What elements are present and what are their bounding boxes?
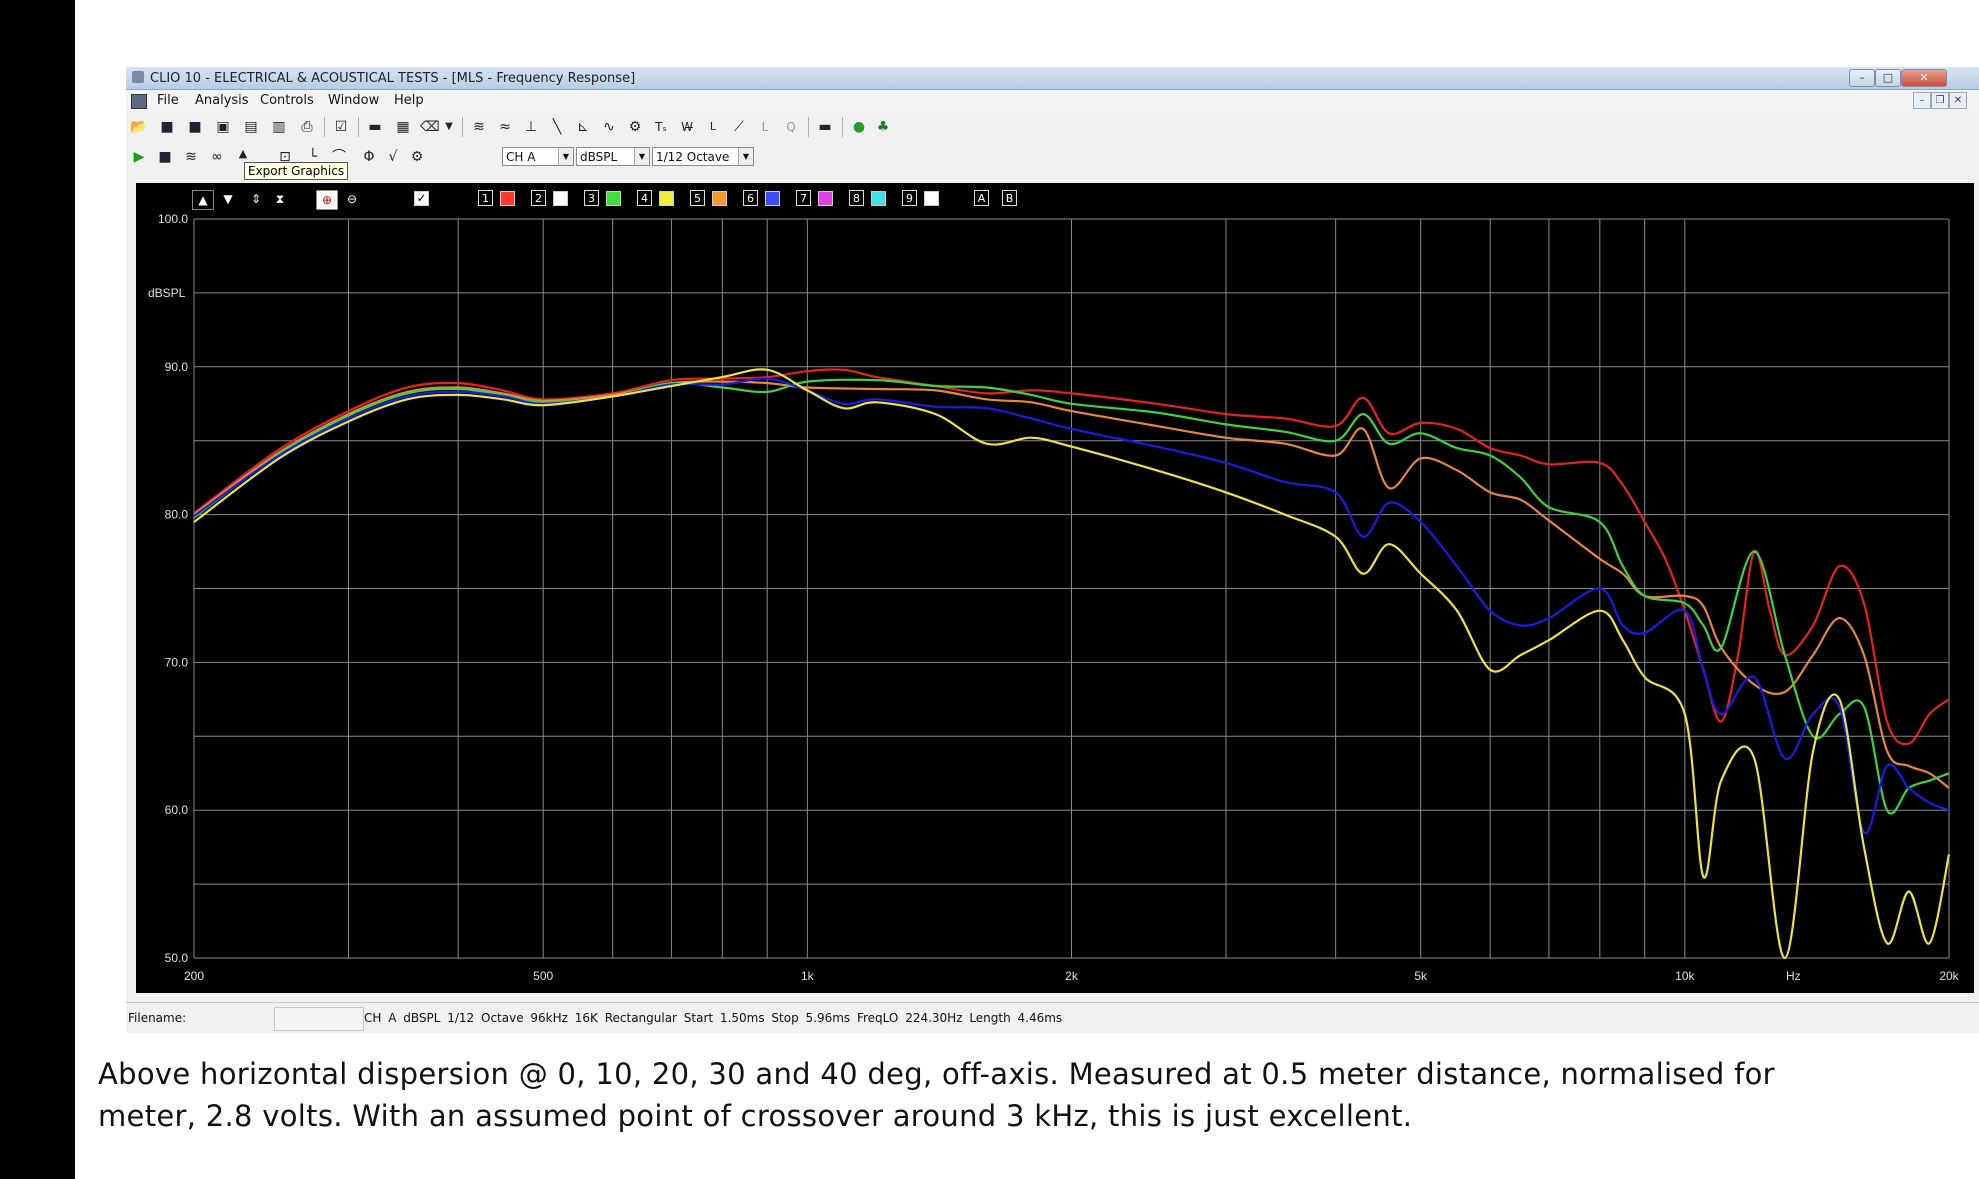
menu-window[interactable]: Window <box>328 93 379 108</box>
linearity-icon[interactable]: ⟋ <box>730 118 748 136</box>
stop-icon[interactable]: ■ <box>156 148 174 166</box>
y-tick-label: 80.0 <box>165 508 189 522</box>
lr-icon[interactable]: L <box>756 118 774 136</box>
smoothing-select[interactable]: 1/12 Octave ▼ <box>652 147 754 166</box>
toolbar-separator <box>358 117 359 137</box>
mdi-minimize-icon[interactable]: – <box>1913 92 1931 109</box>
x-tick-labels: 200 500 1k 2k 5k 10k 20k <box>184 969 1960 983</box>
graph-panel: ▲ ▼ ⇕ ⧗ ⊕ ⊖ ✓ 123456789 A B 100.0 90.0 80.… <box>136 183 1974 993</box>
settings-icon[interactable]: ⚙ <box>408 148 426 166</box>
chevron-down-icon: ▼ <box>738 148 753 165</box>
menu-file[interactable]: File <box>157 93 179 108</box>
smoothing-select-value: 1/12 Octave <box>656 150 730 164</box>
impulse-icon[interactable]: ⊥ <box>522 118 540 136</box>
mdi-restore-icon[interactable]: ❐ <box>1931 92 1949 109</box>
clio-window: CLIO 10 - ELECTRICAL & ACOUSTICAL TESTS … <box>126 67 1979 1033</box>
x-tick-label: 5k <box>1414 969 1428 983</box>
export-icon[interactable]: ▤ <box>242 118 260 136</box>
toolbar-separator <box>808 117 809 137</box>
overlay-icon[interactable]: ≋ <box>182 148 200 166</box>
y-tick-label: 90.0 <box>165 360 189 374</box>
display-icon[interactable]: ▬ <box>816 118 834 136</box>
sinusoidal-icon[interactable]: ∿ <box>600 118 618 136</box>
window-title: CLIO 10 - ELECTRICAL & ACOUSTICAL TESTS … <box>150 71 636 86</box>
group-delay-icon[interactable]: √ <box>384 148 402 166</box>
x-tick-label: 200 <box>184 969 204 983</box>
eraser-icon[interactable]: ⌫ <box>420 118 440 136</box>
help-icon[interactable]: ● <box>850 118 868 136</box>
export-graphics-tooltip: Export Graphics <box>244 162 349 180</box>
copy-icon[interactable]: ▥ <box>270 118 288 136</box>
unit-select[interactable]: dBSPL ▼ <box>576 147 650 166</box>
x-tick-label: 1k <box>801 969 815 983</box>
save-icon[interactable]: ■ <box>158 118 176 136</box>
screen-icon[interactable]: ▦ <box>394 118 412 136</box>
phase-icon[interactable]: Φ <box>360 148 378 166</box>
maximize-button[interactable]: □ <box>1875 69 1901 87</box>
y-tick-labels: 100.0 90.0 80.0 70.0 60.0 50.0 <box>158 212 188 965</box>
channel-select-value: CH A <box>506 150 536 164</box>
filename-field <box>274 1007 364 1031</box>
leq-icon[interactable]: L <box>704 118 722 136</box>
y-tick-label: 70.0 <box>165 655 189 669</box>
x-tick-label: 2k <box>1065 969 1079 983</box>
y-tick-label: 100.0 <box>158 212 188 226</box>
x-tick-label: 10k <box>1675 969 1695 983</box>
channel-select[interactable]: CH A ▼ <box>502 147 574 166</box>
close-button[interactable]: ✕ <box>1901 69 1947 87</box>
wow-flutter-icon[interactable]: W̶ <box>678 118 696 136</box>
frequency-response-chart: 100.0 90.0 80.0 70.0 60.0 50.0 200 500 1k 2k 5k 10… <box>148 212 1960 983</box>
toolbar-separator <box>842 117 843 137</box>
menu-controls[interactable]: Controls <box>260 93 314 108</box>
mdi-close-icon[interactable]: ✕ <box>1949 92 1967 109</box>
chart-grid <box>193 218 1950 959</box>
sweep-icon[interactable]: ╲ <box>548 118 566 136</box>
multimeter-icon[interactable]: ⚙ <box>626 118 644 136</box>
status-bar: Filename: CH A dBSPL 1/12 Octave 96kHz 1… <box>126 1002 1979 1033</box>
calibrate-icon[interactable]: ☑ <box>332 118 350 136</box>
mdi-document-icon[interactable] <box>131 94 147 109</box>
toolbar-separator <box>462 117 463 137</box>
qc-icon[interactable]: Q <box>782 118 800 136</box>
y-axis-label: dBSPL <box>148 286 186 300</box>
main-toolbar: 📂 ■ ■ ▣ ▤ ▥ ⎙ ☑ ▬ ▦ ⌫ ▼ ≋ ≈ ⊥ ╲ ⊾ ∿ ⚙ Tₛ… <box>126 113 1979 141</box>
toolbar-separator <box>324 117 325 137</box>
fft-icon[interactable]: ≋ <box>470 118 488 136</box>
menu-help[interactable]: Help <box>394 93 424 108</box>
ts-parameters-icon[interactable]: Tₛ <box>652 118 670 136</box>
x-tick-label: 20k <box>1939 969 1959 983</box>
left-black-margin <box>0 0 75 1179</box>
caption-text: Above horizontal dispersion @ 0, 10, 20,… <box>98 1057 1775 1133</box>
mls-icon[interactable]: ≈ <box>496 118 514 136</box>
save-all-icon[interactable]: ▣ <box>214 118 232 136</box>
save-as-icon[interactable]: ■ <box>186 118 204 136</box>
unit-select-value: dBSPL <box>580 150 618 164</box>
minimize-button[interactable]: – <box>1849 69 1875 87</box>
x-tick-label: 500 <box>533 969 553 983</box>
mic-icon[interactable]: ▲ <box>234 145 252 163</box>
app-icon <box>132 71 144 83</box>
dropdown-arrow-icon[interactable]: ▼ <box>440 118 458 136</box>
menu-bar: File Analysis Controls Window Help – ❐ ✕ <box>126 90 1979 111</box>
about-icon[interactable]: ♣ <box>874 118 892 136</box>
chevron-down-icon: ▼ <box>634 148 649 165</box>
y-tick-label: 60.0 <box>165 803 189 817</box>
menu-analysis[interactable]: Analysis <box>195 93 249 108</box>
y-tick-label: 50.0 <box>165 951 189 965</box>
monitor-icon[interactable]: ▬ <box>366 118 384 136</box>
title-bar: CLIO 10 - ELECTRICAL & ACOUSTICAL TESTS … <box>126 67 1979 90</box>
waterfall-icon[interactable]: ⊾ <box>574 118 592 136</box>
x-axis-label: Hz <box>1786 969 1801 983</box>
measurement-toolbar: ▶ ■ ≋ ∞ ▲ ⊡ └ ⌒ Φ √ ⚙ CH A ▼ dBSPL ▼ 1/1… <box>126 143 1979 171</box>
loop-icon[interactable]: ∞ <box>208 148 226 166</box>
filename-label: Filename: <box>128 1011 187 1025</box>
open-folder-icon[interactable]: 📂 <box>130 118 148 136</box>
measurement-parameters: CH A dBSPL 1/12 Octave 96kHz 16K Rectang… <box>364 1011 1063 1025</box>
chevron-down-icon: ▼ <box>558 148 573 165</box>
print-icon[interactable]: ⎙ <box>298 118 316 136</box>
play-icon[interactable]: ▶ <box>130 148 148 166</box>
